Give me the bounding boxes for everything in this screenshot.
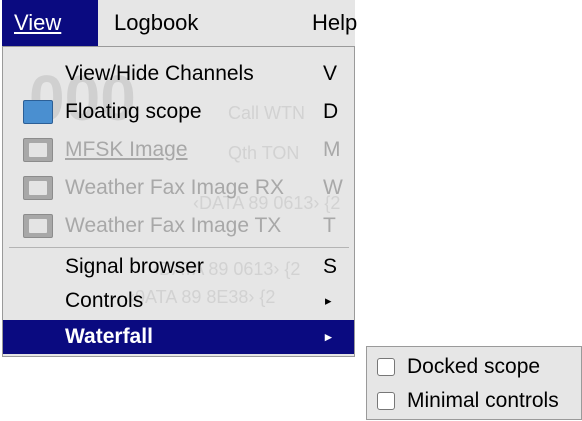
submenu-arrow-icon: ▸ xyxy=(325,329,332,344)
menu-item-waterfall[interactable]: Waterfall ▸ xyxy=(3,320,354,354)
scope-icon xyxy=(23,100,53,124)
image-icon xyxy=(23,214,53,238)
menu-item-view-hide-channels[interactable]: View/Hide Channels V xyxy=(3,57,354,91)
menu-logbook-label: Logbook xyxy=(114,10,199,35)
menu-bar: View Logbook Help xyxy=(2,0,357,47)
waterfall-submenu: Docked scope Minimal controls xyxy=(366,346,582,420)
menu-item-controls[interactable]: Controls ▸ xyxy=(3,284,354,318)
submenu-arrow-icon: ▸ xyxy=(325,293,332,308)
checkbox-icon[interactable] xyxy=(377,391,395,410)
menu-item-weather-fax-tx: Weather Fax Image TX T xyxy=(3,209,354,243)
menu-separator xyxy=(9,247,349,248)
menu-logbook[interactable]: Logbook xyxy=(102,0,210,46)
image-icon xyxy=(23,176,53,200)
submenu-item-minimal-controls[interactable]: Minimal controls xyxy=(367,384,582,417)
menu-item-floating-scope[interactable]: Floating scope D xyxy=(3,95,354,129)
image-icon xyxy=(23,138,53,162)
menu-item-weather-fax-rx: Weather Fax Image RX W xyxy=(3,171,354,205)
menu-item-mfsk-image: MFSK Image M xyxy=(3,133,354,167)
menu-help-label: Help xyxy=(312,10,358,35)
menu-view[interactable]: View xyxy=(2,0,98,46)
menu-item-signal-browser[interactable]: Signal browser S xyxy=(3,250,354,284)
checkbox-icon[interactable] xyxy=(377,357,395,376)
menu-help[interactable]: Help xyxy=(300,0,357,46)
submenu-item-docked-scope[interactable]: Docked scope xyxy=(367,350,582,383)
view-menu: 000 Call WTN Qth TON ‹DATA 89 0613› {2 ‹… xyxy=(2,46,355,357)
menu-view-label: View xyxy=(14,10,62,35)
